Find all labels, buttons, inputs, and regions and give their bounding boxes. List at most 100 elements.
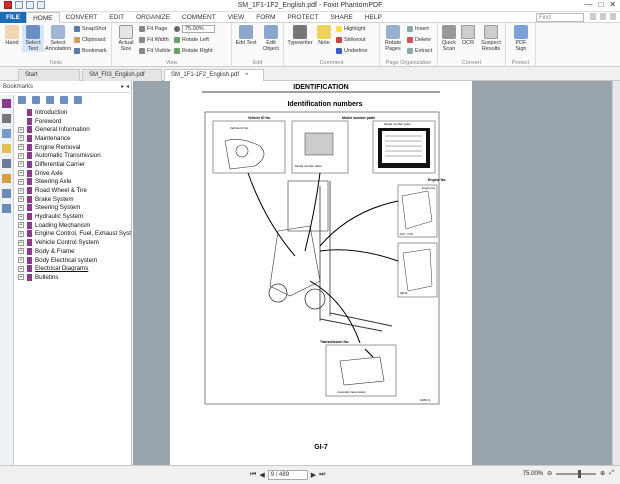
suspect-results-button[interactable]: Suspect Results: [478, 25, 504, 52]
menu-organize[interactable]: ORGANIZE: [130, 12, 176, 23]
rotate-pages-button[interactable]: Rotate Pages: [382, 25, 404, 52]
menu-edit[interactable]: EDIT: [103, 12, 130, 23]
maximize-icon[interactable]: □: [598, 0, 603, 9]
zoom-level[interactable]: 75.00%: [523, 471, 543, 477]
prev-page-icon[interactable]: ◀: [259, 471, 264, 479]
expand-icon[interactable]: +: [18, 265, 24, 272]
expand-icon[interactable]: +: [18, 248, 24, 255]
panel-controls-icon[interactable]: ▸ ◂: [121, 83, 129, 90]
collapse-all-icon[interactable]: [32, 96, 40, 104]
help-icon[interactable]: [600, 13, 606, 20]
bookmark-item[interactable]: + Body Electrical system: [18, 256, 131, 265]
bookmark-item[interactable]: Introduction: [18, 108, 131, 117]
fit-page-button[interactable]: Fit Page: [139, 26, 167, 32]
expand-icon[interactable]: +: [18, 239, 24, 246]
expand-icon[interactable]: +: [18, 126, 24, 133]
expand-all-icon[interactable]: [18, 96, 26, 104]
expand-icon[interactable]: +: [18, 135, 24, 142]
zoom-slider-knob[interactable]: [578, 469, 582, 478]
bookmark-options-icon[interactable]: [74, 96, 82, 104]
bookmark-item[interactable]: + General Information: [18, 125, 131, 134]
fit-width-button[interactable]: Fit Width: [139, 37, 169, 43]
bookmark-item[interactable]: + Hydraulic System: [18, 212, 131, 221]
menu-share[interactable]: SHARE: [324, 12, 358, 23]
menu-file[interactable]: FILE: [0, 11, 27, 23]
strikeout-button[interactable]: Strikeout: [336, 37, 366, 43]
delete-button[interactable]: Delete: [407, 37, 431, 43]
menu-home[interactable]: HOME: [26, 11, 60, 23]
menu-comment[interactable]: COMMENT: [176, 12, 222, 23]
insert-button[interactable]: Insert: [407, 26, 429, 32]
first-page-icon[interactable]: ⏮: [250, 471, 256, 479]
note-button[interactable]: Note: [316, 25, 332, 46]
expand-icon[interactable]: +: [18, 196, 24, 203]
bookmark-item[interactable]: + Body & Frame: [18, 247, 131, 256]
menu-help[interactable]: HELP: [359, 12, 388, 23]
bookmark-item[interactable]: + Vehicle Control System: [18, 238, 131, 247]
zoom-out-icon[interactable]: ⊖: [547, 470, 552, 477]
expand-icon[interactable]: +: [18, 213, 24, 220]
zoom-in-icon[interactable]: ⊕: [600, 470, 605, 477]
expand-icon[interactable]: +: [18, 204, 24, 211]
menu-view[interactable]: VIEW: [222, 12, 251, 23]
settings-icon[interactable]: [590, 13, 596, 20]
tab-start[interactable]: Start: [18, 69, 80, 81]
snapshot-button[interactable]: SnapShot: [74, 26, 106, 32]
fit-icon[interactable]: ⤢: [609, 470, 614, 477]
bookmark-item[interactable]: + Differential Carrier: [18, 160, 131, 169]
rotate-left-button[interactable]: Rotate Left: [174, 37, 209, 43]
select-annotation-button[interactable]: Select Annotation: [45, 25, 71, 52]
bookmark-button[interactable]: Bookmark: [74, 48, 107, 54]
hand-button[interactable]: Hand: [3, 25, 21, 46]
zoom-slider[interactable]: [556, 469, 597, 478]
fit-visible-button[interactable]: Fit Visible: [139, 48, 171, 54]
find-input[interactable]: Find: [536, 13, 584, 22]
typewriter-button[interactable]: Typewriter: [287, 25, 313, 46]
bookmark-item[interactable]: + Road Wheel & Tire: [18, 186, 131, 195]
tab-sm-1f1[interactable]: SM_1F1-1F2_English.pdf ×: [164, 69, 264, 81]
comments-pane-icon[interactable]: [2, 144, 11, 153]
highlight-button[interactable]: Highlight: [336, 26, 365, 32]
tab-sm-f03[interactable]: SM_F03_English.pdf: [82, 69, 162, 81]
expand-icon[interactable]: +: [18, 257, 24, 264]
bookmark-item[interactable]: + Steering System: [18, 204, 131, 213]
expand-icon[interactable]: +: [18, 178, 24, 185]
document-viewer[interactable]: IDENTIFICATION Identification numbers Ve…: [133, 81, 620, 465]
page-number-input[interactable]: 9 / 489: [267, 470, 308, 480]
destinations-pane-icon[interactable]: [2, 204, 11, 213]
bookmark-item[interactable]: + Electrical Diagrams: [18, 264, 131, 273]
delete-bookmark-icon[interactable]: [60, 96, 68, 104]
bookmark-item[interactable]: + Bulletins: [18, 273, 131, 282]
close-icon[interactable]: ✕: [609, 0, 616, 9]
pages-pane-icon[interactable]: [2, 114, 11, 123]
expand-icon[interactable]: +: [18, 152, 24, 159]
new-bookmark-icon[interactable]: [46, 96, 54, 104]
actual-size-button[interactable]: Actual Size: [116, 25, 136, 52]
zoom-select[interactable]: 75.00%: [174, 25, 215, 33]
menu-form[interactable]: FORM: [250, 12, 281, 23]
attachments-pane-icon[interactable]: [2, 159, 11, 168]
last-page-icon[interactable]: ⏭: [319, 471, 325, 479]
expand-icon[interactable]: +: [18, 274, 24, 281]
minimize-icon[interactable]: —: [584, 0, 592, 9]
select-text-button[interactable]: Select Text: [22, 25, 44, 52]
clipboard-button[interactable]: Clipboard: [74, 37, 106, 43]
quick-scan-button[interactable]: Quick Scan: [440, 25, 458, 52]
edit-text-button[interactable]: Edit Text: [235, 25, 257, 46]
bookmark-item[interactable]: + Maintenance: [18, 134, 131, 143]
next-page-icon[interactable]: ▶: [311, 471, 316, 479]
expand-icon[interactable]: +: [18, 144, 24, 151]
expand-icon[interactable]: +: [18, 230, 24, 237]
ocr-button[interactable]: OCR: [460, 25, 476, 46]
close-tab-icon[interactable]: ×: [245, 72, 249, 78]
bookmark-item[interactable]: + Loading Mechanism: [18, 221, 131, 230]
collapse-ribbon-icon[interactable]: [610, 13, 616, 20]
edit-object-button[interactable]: Edit Object: [259, 25, 283, 52]
expand-icon[interactable]: +: [18, 187, 24, 194]
bookmark-item[interactable]: Foreword: [18, 117, 131, 126]
menu-protect[interactable]: PROTECT: [281, 12, 324, 23]
layers-pane-icon[interactable]: [2, 129, 11, 138]
underline-button[interactable]: Underline: [336, 48, 368, 54]
expand-icon[interactable]: +: [18, 161, 24, 168]
extract-button[interactable]: Extract: [407, 48, 432, 54]
